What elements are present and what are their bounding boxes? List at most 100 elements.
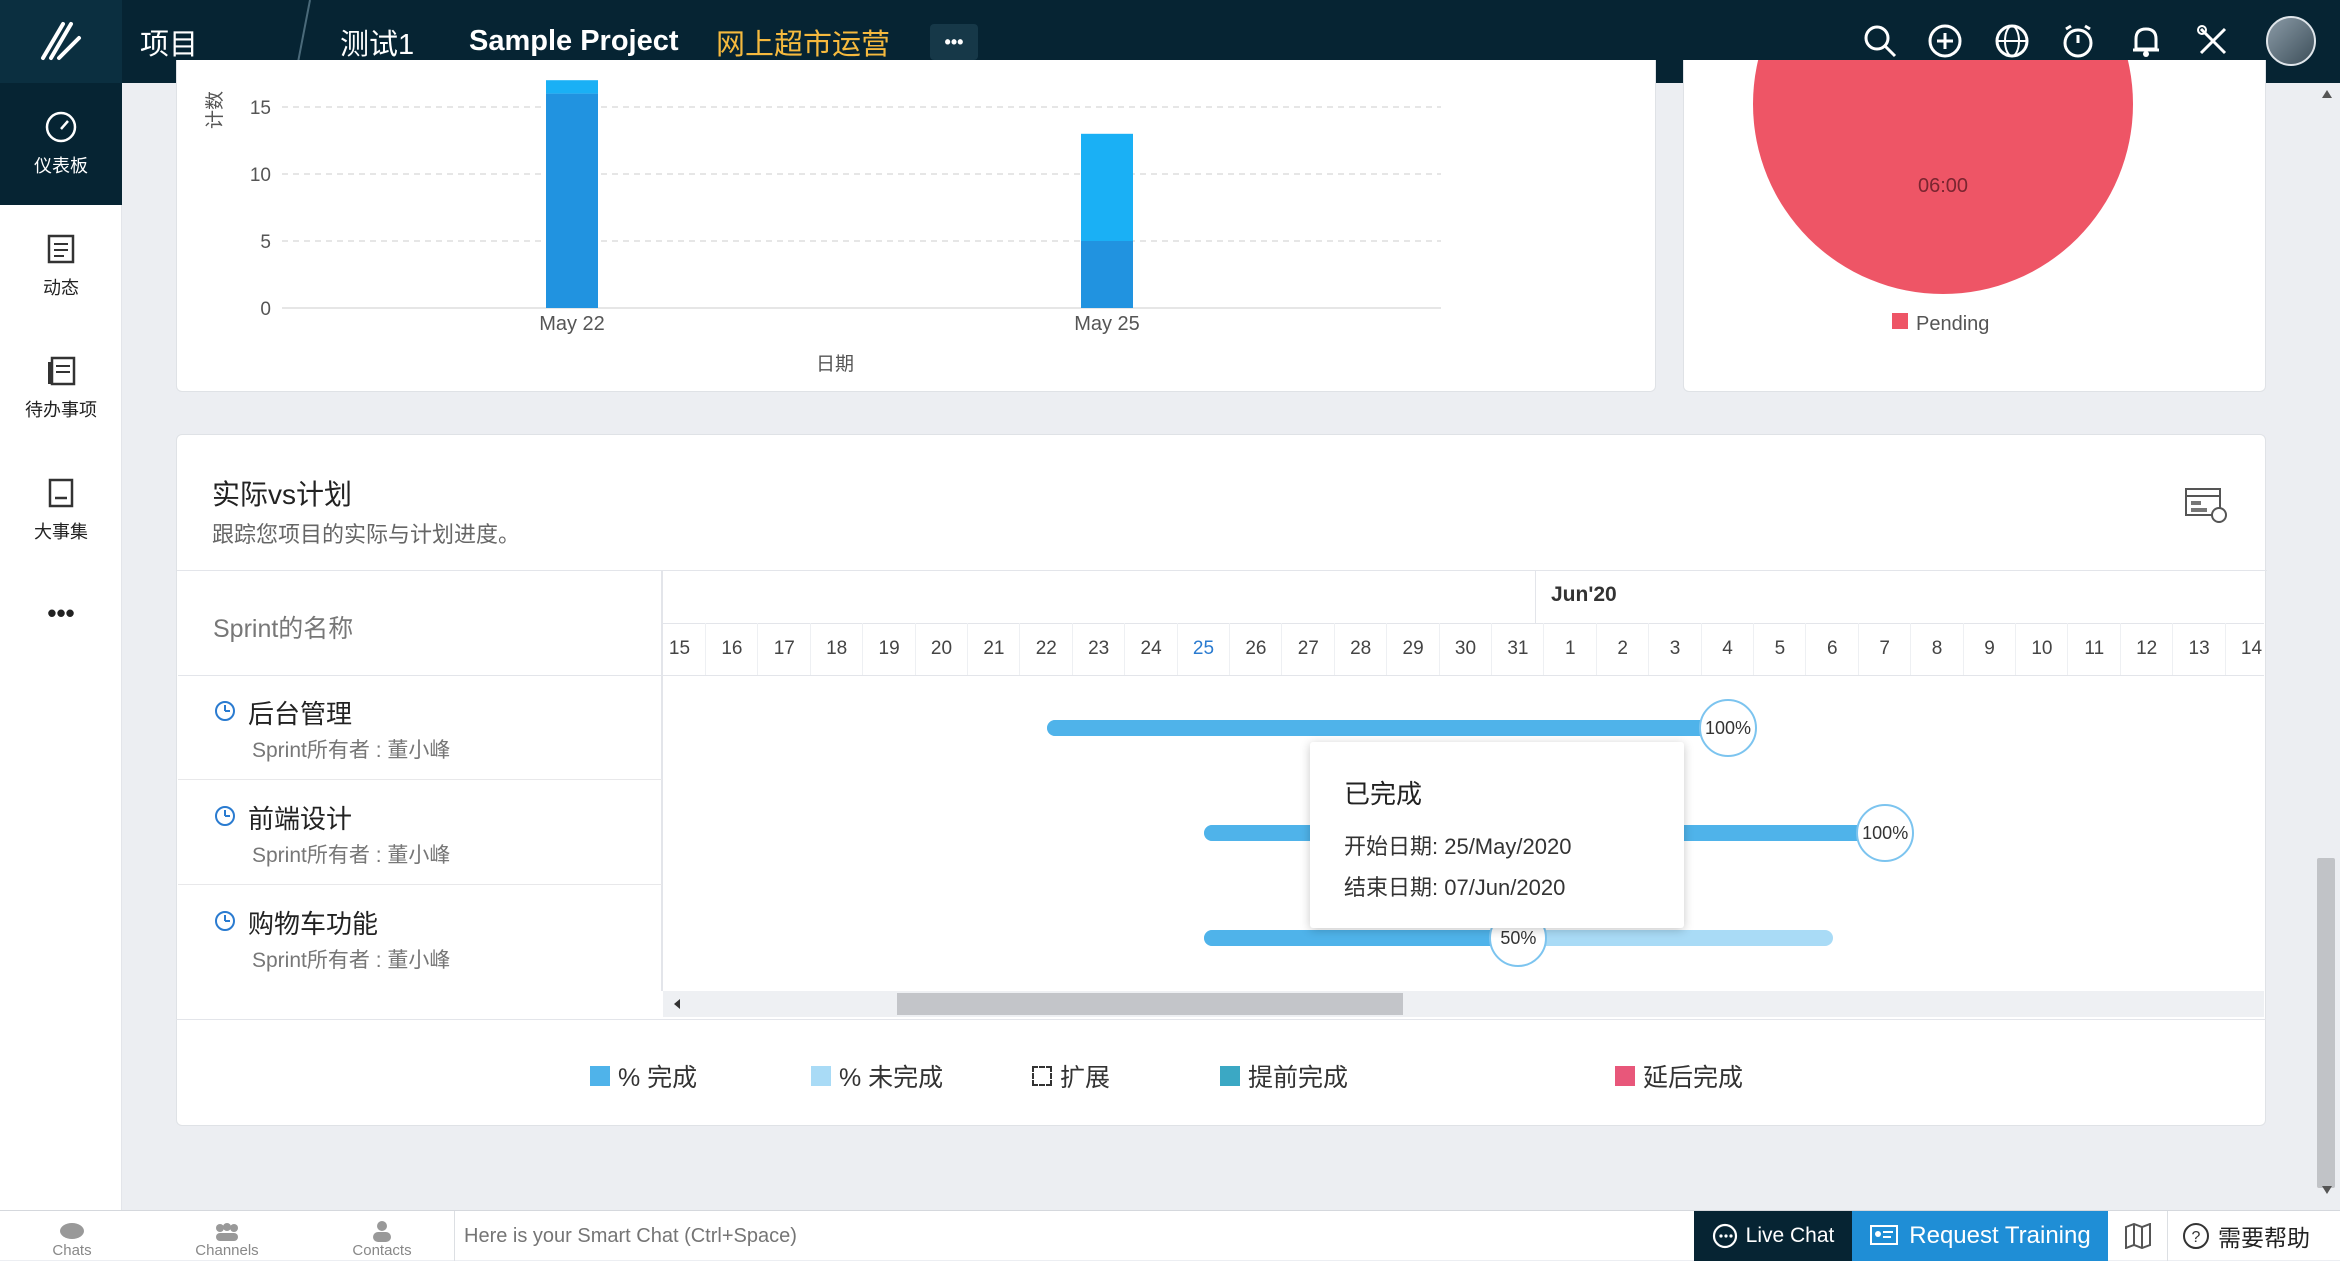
search-icon[interactable]: [1859, 20, 1901, 62]
sprint-icon: [215, 701, 235, 721]
legend-swatch: [1032, 1066, 1052, 1086]
sprint-owner: Sprint所有者 : 董小峰: [252, 739, 451, 762]
legend-label: % 完成: [618, 1064, 698, 1092]
contacts-tab[interactable]: Contacts: [322, 1211, 442, 1261]
legend-early-completion: 提前完成: [1220, 1058, 1348, 1094]
scroll-down-arrow-icon[interactable]: [2321, 1185, 2333, 1195]
scrollbar-thumb[interactable]: [2317, 858, 2335, 1188]
help-button[interactable]: ? 需要帮助: [2182, 1211, 2340, 1261]
tools-icon[interactable]: [2192, 20, 2234, 62]
breadcrumb-more-button[interactable]: •••: [930, 24, 978, 60]
bar-may-22-segment-1[interactable]: [546, 80, 598, 94]
divider: [454, 1211, 455, 1261]
x-tick-label: May 22: [539, 313, 605, 335]
gantt-date-cell: 22: [1021, 623, 1073, 675]
gantt-date-cell: 4: [1702, 623, 1754, 675]
gantt-date-cell: 1: [1545, 623, 1597, 675]
epic-icon: [48, 478, 74, 508]
sidebar-item-label: 仪表板: [34, 156, 88, 176]
gantt-date-cell: 20: [916, 623, 968, 675]
bar-chart-card: 计数 15 10 5 0 May 22 May 25 日期: [176, 60, 1656, 392]
bar-may-25-segment-1[interactable]: [1081, 133, 1133, 241]
sidebar-item-backlog[interactable]: 待办事项: [0, 327, 122, 449]
live-chat-button[interactable]: Live Chat: [1694, 1211, 1852, 1261]
smart-chat-input[interactable]: [464, 1219, 1064, 1253]
pie-slice-label: 06:00: [1918, 175, 1968, 197]
request-training-button[interactable]: Request Training: [1852, 1211, 2108, 1261]
month-label: Jun'20: [1551, 583, 1617, 606]
legend-swatch: [1892, 313, 1908, 329]
timer-icon[interactable]: [2057, 20, 2099, 62]
request-training-label: Request Training: [1909, 1222, 2091, 1249]
sprint-row[interactable]: 购物车功能 Sprint所有者 : 董小峰: [178, 886, 662, 990]
scroll-up-arrow-icon[interactable]: [2321, 89, 2333, 99]
gantt-date-cell: 3: [1650, 623, 1702, 675]
scrollbar-thumb[interactable]: [897, 993, 1403, 1015]
tab-label: Channels: [195, 1242, 259, 1259]
legend-label: 扩展: [1060, 1064, 1111, 1092]
app-logo[interactable]: [0, 0, 122, 83]
page-vertical-scrollbar[interactable]: [2313, 83, 2340, 1210]
map-icon[interactable]: [2108, 1211, 2168, 1261]
gantt-bar-completed[interactable]: [1204, 930, 1519, 946]
gantt-horizontal-scrollbar[interactable]: [663, 991, 2264, 1017]
column-header-label: Sprint的名称: [213, 615, 354, 643]
gantt-date-cell: 9: [1964, 623, 2016, 675]
pie-chart-card: 06:00 Pending: [1683, 60, 2266, 392]
export-chart-icon[interactable]: [2185, 487, 2227, 523]
gantt-progress-badge[interactable]: 100%: [1699, 699, 1757, 757]
sprint-name[interactable]: 购物车功能: [248, 904, 378, 941]
gantt-tooltip: 已完成 开始日期: 25/May/2020 结束日期: 07/Jun/2020: [1310, 742, 1684, 928]
channels-icon: [216, 1223, 238, 1241]
gantt-date-cell: 30: [1440, 623, 1492, 675]
gantt-date-cell: 14: [2226, 623, 2264, 675]
sidebar-more-button[interactable]: •••: [0, 583, 122, 643]
help-label: 需要帮助: [2218, 1225, 2310, 1251]
sprint-row[interactable]: 前端设计 Sprint所有者 : 董小峰: [178, 781, 662, 885]
divider: [176, 1019, 2266, 1020]
user-avatar[interactable]: [2266, 16, 2316, 66]
y-tick-label: 0: [260, 299, 271, 320]
sprint-name[interactable]: 后台管理: [248, 694, 352, 731]
gantt-date-cell: 13: [2174, 623, 2226, 675]
gantt-date-cell: 27: [1283, 623, 1335, 675]
sidebar-item-label: 待办事项: [25, 400, 97, 420]
sprint-name[interactable]: 前端设计: [248, 799, 352, 836]
legend-late-completion: 延后完成: [1615, 1058, 1743, 1094]
chats-tab[interactable]: Chats: [12, 1211, 132, 1261]
globe-icon[interactable]: [1991, 20, 2033, 62]
gantt-bar-completed[interactable]: [1046, 720, 1728, 736]
legend-incomplete: % 未完成: [811, 1058, 943, 1094]
bar-may-25-segment-0[interactable]: [1081, 241, 1133, 308]
left-sidebar: 仪表板 动态 待办事项 大事集 •••: [0, 83, 122, 1210]
tooltip-title: 已完成: [1344, 779, 1423, 809]
bar-may-22-segment-0[interactable]: [546, 93, 598, 308]
bar-chart: 计数 15 10 5 0 May 22 May 25 日期: [204, 80, 1441, 375]
channels-tab[interactable]: Channels: [167, 1211, 287, 1261]
gantt-date-cell: 24: [1126, 623, 1178, 675]
legend-complete: % 完成: [590, 1058, 697, 1094]
svg-text:?: ?: [2192, 1229, 2201, 1246]
scroll-left-arrow-icon[interactable]: [671, 998, 683, 1010]
sidebar-item-dashboard[interactable]: 仪表板: [0, 83, 122, 205]
notification-bell-icon[interactable]: [2125, 20, 2167, 62]
gantt-date-cell: 2: [1597, 623, 1650, 675]
legend-label: 延后完成: [1643, 1064, 1744, 1092]
legend-label: 提前完成: [1248, 1064, 1349, 1092]
sidebar-item-epics[interactable]: 大事集: [0, 449, 122, 571]
add-icon[interactable]: [1924, 20, 1966, 62]
gantt-progress-badge[interactable]: 100%: [1856, 804, 1915, 862]
gantt-date-cell: 26: [1230, 623, 1283, 675]
gantt-date-cell: 31: [1492, 623, 1545, 675]
sprint-row[interactable]: 后台管理 Sprint所有者 : 董小峰: [178, 676, 662, 780]
x-tick-label: May 25: [1074, 313, 1140, 335]
sidebar-item-label: 大事集: [34, 522, 88, 542]
gantt-date-cell: 18: [811, 623, 864, 675]
sprint-icon: [215, 806, 235, 826]
pie-chart: 06:00 Pending: [1753, 60, 2133, 335]
chat-bubble-icon: [60, 1223, 84, 1239]
sidebar-item-feed[interactable]: 动态: [0, 205, 122, 327]
sprint-icon: [215, 911, 235, 931]
month-divider: [1535, 571, 1536, 623]
y-tick-label: 15: [250, 98, 271, 119]
